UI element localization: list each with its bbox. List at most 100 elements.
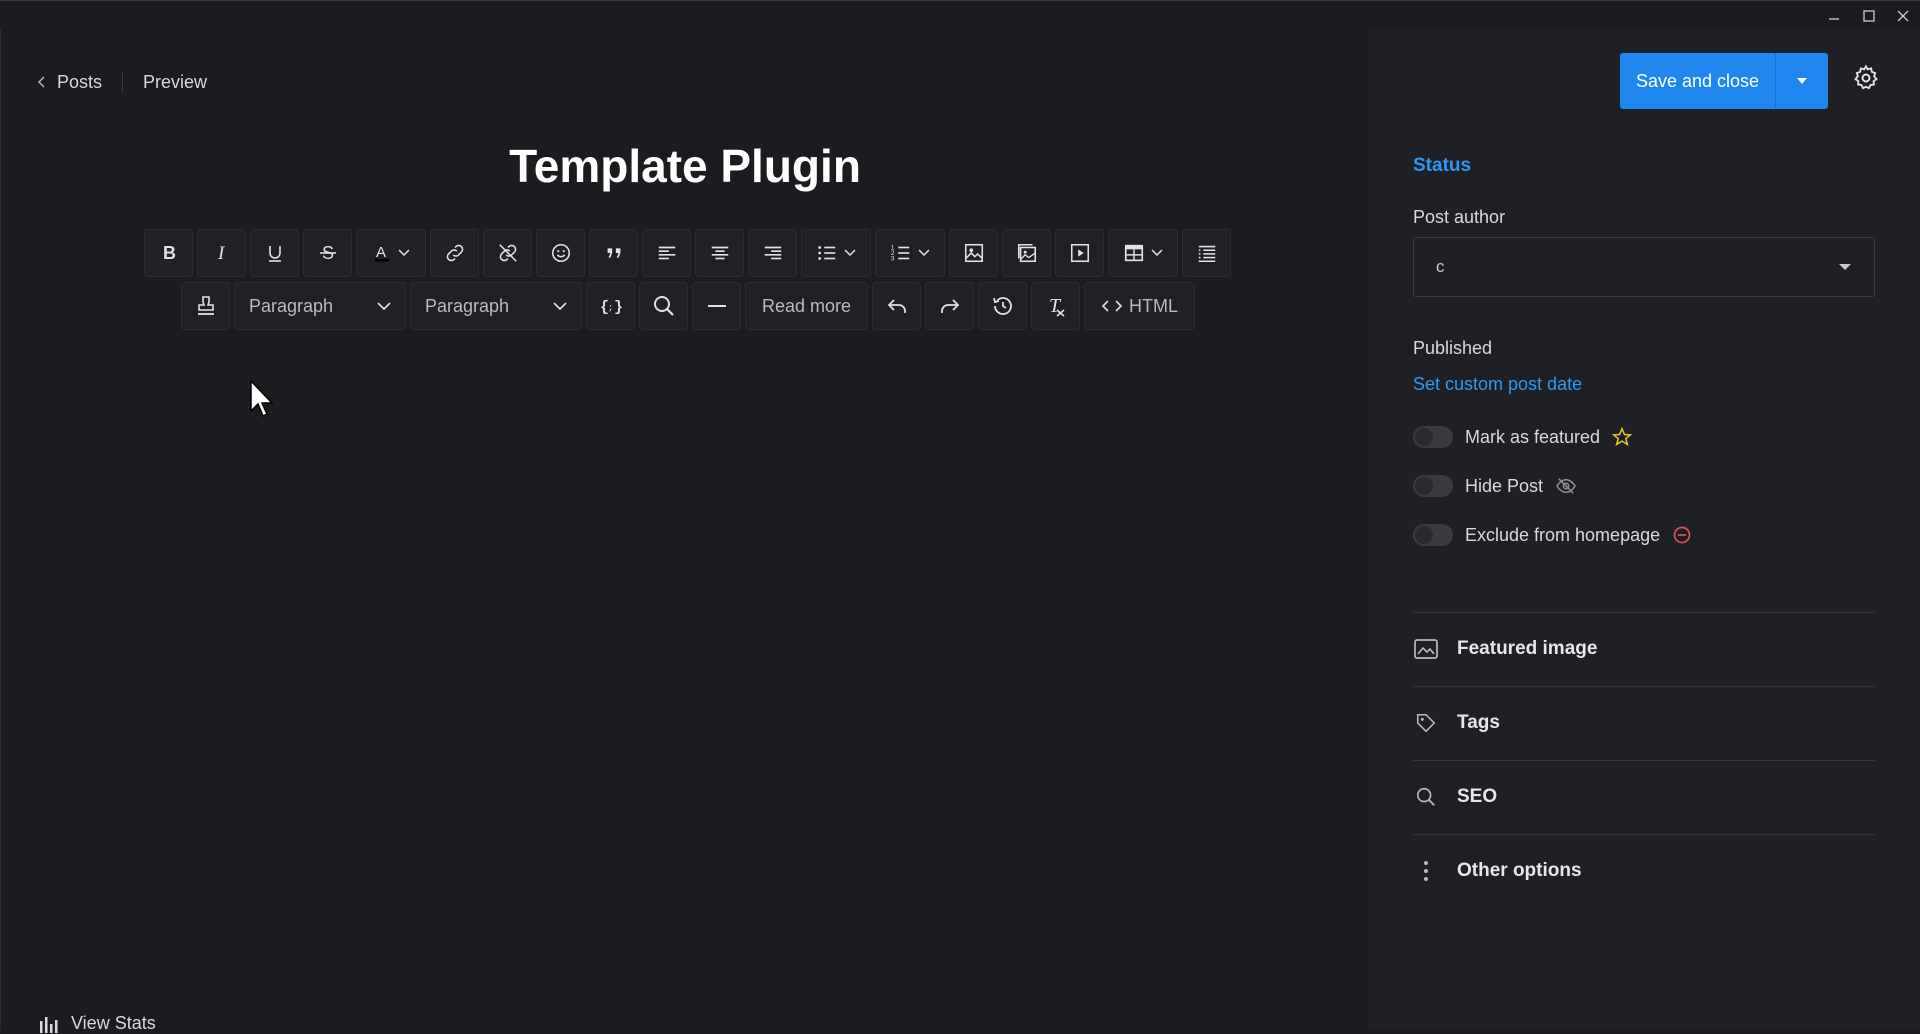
editor-area: Posts Preview Template Plugin B I S A 1 … (0, 29, 1369, 1033)
caret-down-icon (1839, 264, 1851, 270)
featured-toggle[interactable] (1413, 426, 1453, 448)
status-heading: Status (1413, 155, 1472, 176)
toc-button[interactable] (1182, 229, 1231, 277)
italic-icon: I (217, 243, 226, 263)
bullet-list-button[interactable] (801, 229, 871, 277)
svg-text:}: } (614, 299, 623, 316)
view-stats-link[interactable]: View Stats (39, 1013, 156, 1034)
gallery-icon (1017, 243, 1036, 263)
underline-button[interactable] (250, 229, 299, 277)
seo-label: SEO (1457, 786, 1498, 807)
post-title[interactable]: Template Plugin (1, 139, 1369, 193)
gear-icon[interactable] (1852, 64, 1880, 97)
sidebar-divider (1413, 612, 1875, 613)
format-select-2-value: Paragraph (425, 295, 510, 316)
media-button[interactable] (1055, 229, 1104, 277)
exclude-homepage-label: Exclude from homepage (1465, 524, 1661, 545)
link-icon (446, 244, 463, 262)
svg-text:;: ; (608, 303, 613, 313)
stamp-button[interactable] (181, 282, 230, 330)
preview-link[interactable]: Preview (143, 72, 207, 93)
history-button[interactable] (978, 282, 1028, 330)
chevron-down-icon (844, 249, 856, 257)
media-icon (1070, 243, 1089, 263)
text-color-button[interactable]: A (356, 229, 426, 277)
horizontal-rule-icon (707, 305, 726, 307)
undo-button[interactable] (872, 282, 922, 330)
sidebar-divider (1413, 834, 1875, 835)
html-button[interactable]: HTML (1084, 282, 1196, 330)
clear-format-button[interactable]: T (1031, 282, 1081, 330)
strikethrough-button[interactable]: S (303, 229, 352, 277)
tags-label: Tags (1457, 712, 1500, 733)
align-center-button[interactable] (695, 229, 744, 277)
image-button[interactable] (949, 229, 998, 277)
window-titlebar (0, 0, 1920, 30)
stamp-icon (197, 296, 214, 315)
chevron-down-icon (398, 249, 410, 257)
save-options-dropdown[interactable] (1775, 53, 1828, 109)
unlink-icon (498, 244, 517, 262)
bullet-list-icon (818, 246, 836, 260)
format-select-1-value: Paragraph (249, 295, 334, 316)
undo-icon (887, 299, 906, 313)
numbered-list-button[interactable]: 123 (875, 229, 945, 277)
close-icon[interactable] (1889, 5, 1917, 27)
gallery-button[interactable] (1002, 229, 1051, 277)
emoji-button[interactable] (536, 229, 585, 277)
horizontal-rule-button[interactable] (692, 282, 741, 330)
posts-link-label: Posts (57, 71, 103, 92)
chevron-left-icon (38, 76, 45, 88)
featured-label: Mark as featured (1465, 426, 1601, 447)
set-custom-date-link[interactable]: Set custom post date (1413, 374, 1582, 395)
toc-icon (1198, 245, 1215, 263)
code-icon (1101, 300, 1123, 312)
blockquote-button[interactable] (589, 229, 638, 277)
history-icon (992, 297, 1012, 315)
chevron-down-icon (553, 301, 567, 310)
italic-button[interactable]: I (197, 229, 246, 277)
table-icon (1124, 244, 1144, 262)
svg-text:3: 3 (891, 255, 895, 262)
image-icon (1413, 639, 1439, 659)
code-braces-icon: {}; (600, 299, 623, 316)
table-button[interactable] (1108, 229, 1178, 277)
back-to-posts-link[interactable]: Posts (37, 72, 102, 93)
sidebar-divider (1413, 686, 1875, 687)
emoji-icon (551, 243, 570, 263)
other-options-section[interactable]: Other options (1413, 860, 1582, 882)
breadcrumb-separator (122, 71, 124, 93)
align-center-icon (711, 246, 728, 260)
minus-circle-icon (1673, 526, 1691, 544)
featured-image-section[interactable]: Featured image (1413, 638, 1597, 660)
breadcrumb: Posts Preview (37, 71, 207, 93)
minimize-icon[interactable] (1820, 5, 1848, 27)
align-right-button[interactable] (748, 229, 797, 277)
text-color-icon: A (375, 244, 389, 262)
chevron-down-icon (918, 249, 930, 257)
search-button[interactable] (639, 282, 688, 330)
redo-button[interactable] (925, 282, 975, 330)
chevron-down-icon (377, 301, 391, 310)
exclude-homepage-toggle[interactable] (1413, 524, 1453, 546)
align-left-button[interactable] (642, 229, 691, 277)
toolbar-row-2: Paragraph Paragraph {}; Read more T HTML (181, 282, 1196, 330)
tags-section[interactable]: Tags (1413, 712, 1500, 734)
quote-icon (607, 248, 620, 258)
maximize-icon[interactable] (1855, 5, 1883, 27)
code-button[interactable]: {}; (586, 282, 635, 330)
unlink-button[interactable] (483, 229, 532, 277)
bold-button[interactable]: B (144, 229, 193, 277)
link-button[interactable] (430, 229, 479, 277)
hide-post-toggle[interactable] (1413, 475, 1453, 497)
seo-section[interactable]: SEO (1413, 786, 1497, 808)
format-select-1[interactable]: Paragraph (234, 282, 406, 330)
align-right-icon (764, 246, 781, 260)
post-author-select[interactable]: c (1413, 237, 1875, 297)
save-and-close-button[interactable]: Save and close (1620, 53, 1828, 109)
more-vertical-icon (1413, 860, 1439, 882)
hide-post-toggle-row: Hide Post (1413, 475, 1577, 497)
underline-icon (268, 246, 281, 262)
format-select-2[interactable]: Paragraph (410, 282, 582, 330)
read-more-button[interactable]: Read more (745, 282, 869, 330)
